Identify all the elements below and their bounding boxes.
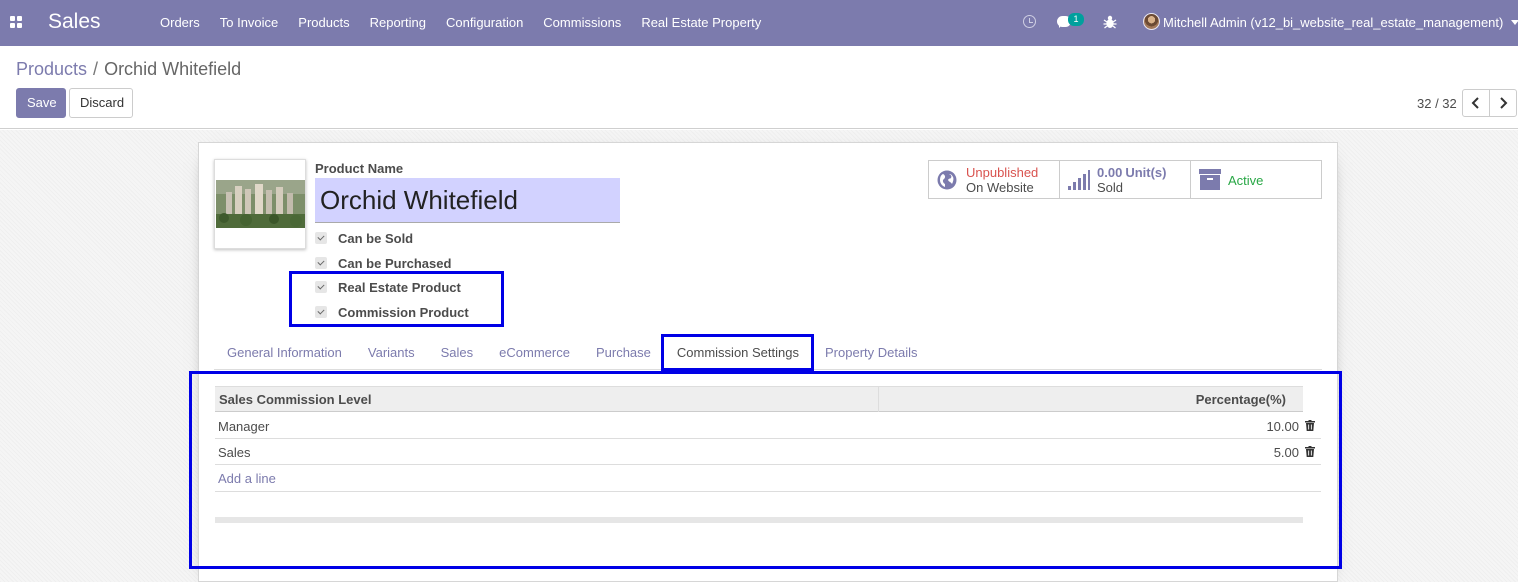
table-row[interactable]: Manager 10.00 [215,413,1321,439]
real-estate-product-checkbox[interactable] [315,281,327,293]
signal-bars-icon [1068,170,1090,190]
app-title: Sales [48,10,101,33]
column-header-percentage[interactable]: Percentage(%) [1196,392,1286,407]
control-panel: Products / Orchid Whitefield Save Discar… [0,46,1518,129]
chevron-right-icon [1500,97,1508,109]
breadcrumb: Products / Orchid Whitefield [16,59,241,80]
row-level: Sales [218,445,251,460]
trash-icon[interactable] [1305,446,1315,457]
menu-commissions[interactable]: Commissions [533,0,631,46]
notebook-tabs: General Information Variants Sales eComm… [214,336,930,370]
commission-product-row: Commission Product [315,303,469,321]
apps-grid-icon[interactable] [10,16,23,29]
column-header-level[interactable]: Sales Commission Level [219,392,371,407]
pager-next-button[interactable] [1489,89,1517,117]
pager-value[interactable]: 32 / 32 [1417,96,1457,111]
add-line-divider [215,491,1321,492]
sold-unit: Unit(s) [1125,165,1167,180]
menu-to-invoice[interactable]: To Invoice [210,0,289,46]
sold-button[interactable]: 0.00 Unit(s) Sold [1060,161,1191,198]
chevron-left-icon [1471,97,1479,109]
menu-orders[interactable]: Orders [150,0,210,46]
row-level: Manager [218,419,270,434]
sold-label: Sold [1097,180,1124,195]
add-line-link[interactable]: Add a line [218,471,276,486]
website-status-text: Unpublished [966,165,1039,180]
product-name-label: Product Name [315,161,404,176]
discard-button[interactable]: Discard [69,88,133,118]
caret-down-icon[interactable] [1511,20,1518,25]
website-label: On Website [966,180,1034,195]
breadcrumb-current: Orchid Whitefield [104,59,242,79]
can-be-purchased-checkbox[interactable] [315,257,327,269]
smart-buttons: Unpublished On Website 0.00 Unit(s) Sold … [928,160,1322,199]
tabs-divider [214,369,1322,370]
tab-ecommerce[interactable]: eCommerce [486,336,583,370]
globe-icon [937,170,957,190]
tab-sales[interactable]: Sales [428,336,487,370]
menu-configuration[interactable]: Configuration [436,0,533,46]
menu-real-estate-property[interactable]: Real Estate Property [631,0,771,46]
archive-icon [1199,169,1221,190]
user-avatar[interactable] [1143,13,1160,30]
table-header: Sales Commission Level Percentage(%) [215,386,1303,412]
tab-property-details[interactable]: Property Details [812,336,930,370]
row-percentage: 10.00 [1266,419,1299,434]
active-toggle-button[interactable]: Active [1191,161,1321,198]
table-row[interactable]: Sales 5.00 [215,439,1321,465]
sold-value: 0.00 [1097,165,1123,180]
chat-count-badge: 1 [1068,13,1084,26]
can-be-sold-label: Can be Sold [338,230,414,246]
real-estate-product-label: Real Estate Product [338,279,461,295]
can-be-sold-row: Can be Sold [315,229,413,247]
table-footer-bar [215,517,1303,523]
tab-purchase[interactable]: Purchase [583,336,664,370]
user-menu[interactable]: Mitchell Admin (v12_bi_website_real_esta… [1163,15,1503,30]
breadcrumb-products-link[interactable]: Products [16,59,87,80]
trash-icon[interactable] [1305,420,1315,431]
can-be-sold-checkbox[interactable] [315,232,327,244]
pager-previous-button[interactable] [1462,89,1490,117]
column-divider [878,387,879,412]
product-name-input[interactable]: Orchid Whitefield [315,178,620,223]
can-be-purchased-label: Can be Purchased [338,255,452,271]
row-percentage: 5.00 [1273,445,1299,460]
breadcrumb-separator: / [93,59,99,79]
menu-reporting[interactable]: Reporting [360,0,436,46]
website-publish-button[interactable]: Unpublished On Website [929,161,1060,198]
commission-product-label: Commission Product [338,304,469,320]
tab-commission-settings[interactable]: Commission Settings [663,336,812,370]
active-status-text: Active [1228,173,1264,188]
real-estate-product-row: Real Estate Product [315,278,461,296]
tab-general-information[interactable]: General Information [214,336,355,370]
top-navbar: Sales Orders To Invoice Products Reporti… [0,0,1518,46]
product-photo [216,180,305,228]
activity-clock-icon[interactable] [1023,15,1036,28]
menu-products[interactable]: Products [288,0,359,46]
can-be-purchased-row: Can be Purchased [315,254,451,272]
save-button[interactable]: Save [16,88,66,118]
product-image[interactable] [214,159,306,249]
sold-quantity: 0.00 Unit(s) [1097,165,1166,180]
bug-icon[interactable] [1103,14,1117,30]
commission-product-checkbox[interactable] [315,306,327,318]
tab-variants[interactable]: Variants [355,336,428,370]
main-menu: Orders To Invoice Products Reporting Con… [150,0,771,46]
